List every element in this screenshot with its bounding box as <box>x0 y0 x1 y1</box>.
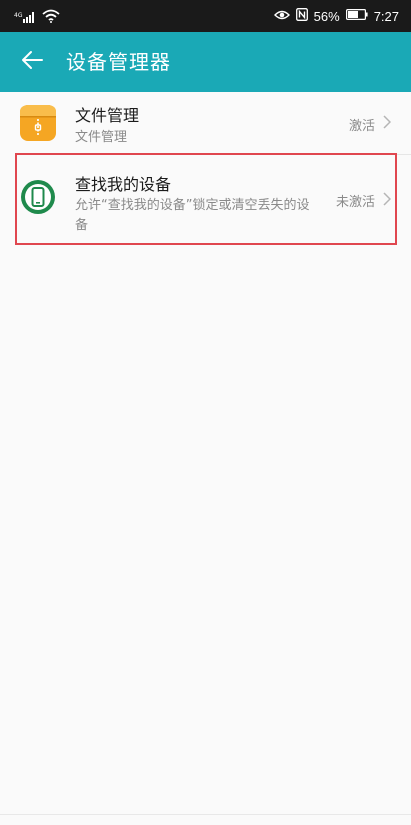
signal-icon: 4G <box>14 11 36 27</box>
file-manager-app-icon <box>20 105 56 145</box>
page-title: 设备管理器 <box>66 50 171 74</box>
battery-icon <box>345 9 368 24</box>
device-admin-item-file-manager[interactable]: 文件管理 文件管理 激活 <box>0 92 411 154</box>
svg-text:4G: 4G <box>14 12 23 19</box>
status-bar-left: 4G <box>14 9 60 27</box>
chevron-right-icon <box>383 114 392 133</box>
clock: 7:27 <box>373 8 399 24</box>
nfc-icon <box>295 8 308 25</box>
bottom-edge <box>0 814 411 825</box>
selection-highlight-box <box>15 153 397 245</box>
eye-comfort-icon <box>273 9 290 25</box>
wifi-icon <box>42 9 60 27</box>
device-admin-subtitle: 文件管理 <box>75 130 128 145</box>
app-bar: 设备管理器 <box>0 32 411 92</box>
status-bar-right: 56% 7:27 <box>273 8 399 25</box>
back-button[interactable] <box>14 44 50 80</box>
device-admin-title: 文件管理 <box>75 106 140 125</box>
device-admin-status: 激活 <box>348 119 375 134</box>
status-bar: 4G 56% 7:27 <box>0 0 411 32</box>
battery-percent: 56% <box>313 8 340 24</box>
arrow-left-icon <box>21 50 43 74</box>
